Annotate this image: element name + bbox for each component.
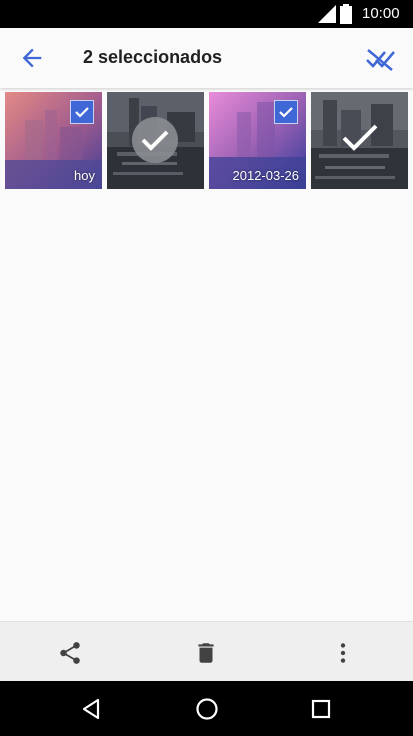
photo-thumbnail[interactable]: hoy <box>5 92 102 189</box>
bottom-action-bar <box>0 621 413 682</box>
photo-grid: hoy 2012-03-26 <box>0 92 413 192</box>
selection-count-title: 2 seleccionados <box>83 47 223 67</box>
selected-checkbox[interactable] <box>70 100 94 124</box>
photo-date-label: 2012-03-26 <box>232 168 300 183</box>
photo-date-label: hoy <box>74 168 95 183</box>
selected-checkbox[interactable] <box>274 100 298 124</box>
check-icon <box>75 107 89 118</box>
battery-icon <box>340 4 352 24</box>
back-arrow-icon[interactable] <box>18 44 46 72</box>
status-bar: 10:00 <box>0 0 413 28</box>
recents-square-icon[interactable] <box>308 696 334 722</box>
back-triangle-icon[interactable] <box>79 696 105 722</box>
action-bar: 2 seleccionados <box>0 28 413 88</box>
photo-thumbnail[interactable] <box>311 92 408 189</box>
system-nav-bar <box>0 681 413 736</box>
check-icon <box>342 124 378 151</box>
clock: 10:00 <box>362 5 400 22</box>
trash-icon[interactable] <box>193 640 219 666</box>
check-icon <box>279 107 293 118</box>
deselect-all-icon[interactable] <box>364 44 396 72</box>
photo-thumbnail[interactable]: 2012-03-26 <box>209 92 306 189</box>
signal-icon <box>318 5 336 23</box>
home-circle-icon[interactable] <box>194 696 220 722</box>
photo-thumbnail[interactable] <box>107 92 204 189</box>
selected-check-circle-icon <box>132 117 178 163</box>
share-icon[interactable] <box>57 640 83 666</box>
more-vert-icon[interactable] <box>330 640 356 666</box>
